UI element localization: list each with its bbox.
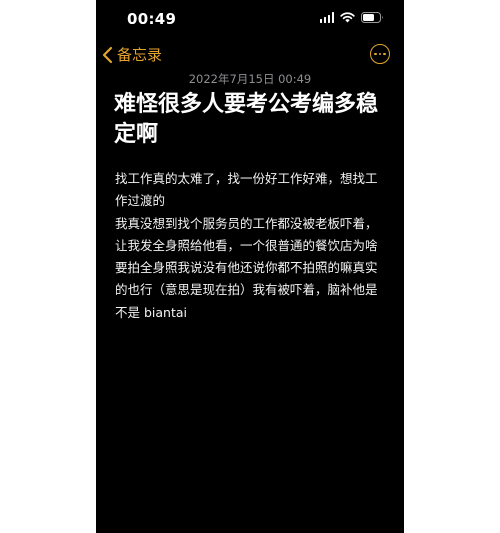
more-options-button[interactable]: [370, 44, 390, 64]
ellipsis-circle-icon: [374, 52, 377, 56]
signal-icon: [319, 12, 334, 23]
wifi-icon: [340, 12, 355, 23]
battery-icon: [361, 12, 384, 23]
status-time: 00:49: [127, 10, 177, 28]
note-body[interactable]: 找工作真的太难了，找一份好工作好难，想找工作过渡的 我真没想到找个服务员的工作都…: [115, 168, 386, 324]
back-label: 备忘录: [117, 46, 163, 64]
note-paragraph: 我真没想到找个服务员的工作都没被老板吓着，让我发全身照给他看，一个很普通的餐饮店…: [115, 215, 378, 320]
chevron-left-icon: [102, 46, 113, 64]
notes-screen: 00:49 备忘录 2022年7月15日 00:49 难怪很多人要考公考编多稳定…: [96, 0, 404, 533]
note-paragraph: 找工作真的太难了，找一份好工作好难，想找工作过渡的: [115, 171, 378, 209]
note-title[interactable]: 难怪很多人要考公考编多稳定啊: [114, 90, 382, 150]
status-icons: [319, 12, 385, 23]
note-date: 2022年7月15日 00:49: [188, 72, 312, 86]
back-button[interactable]: 备忘录: [102, 44, 162, 65]
